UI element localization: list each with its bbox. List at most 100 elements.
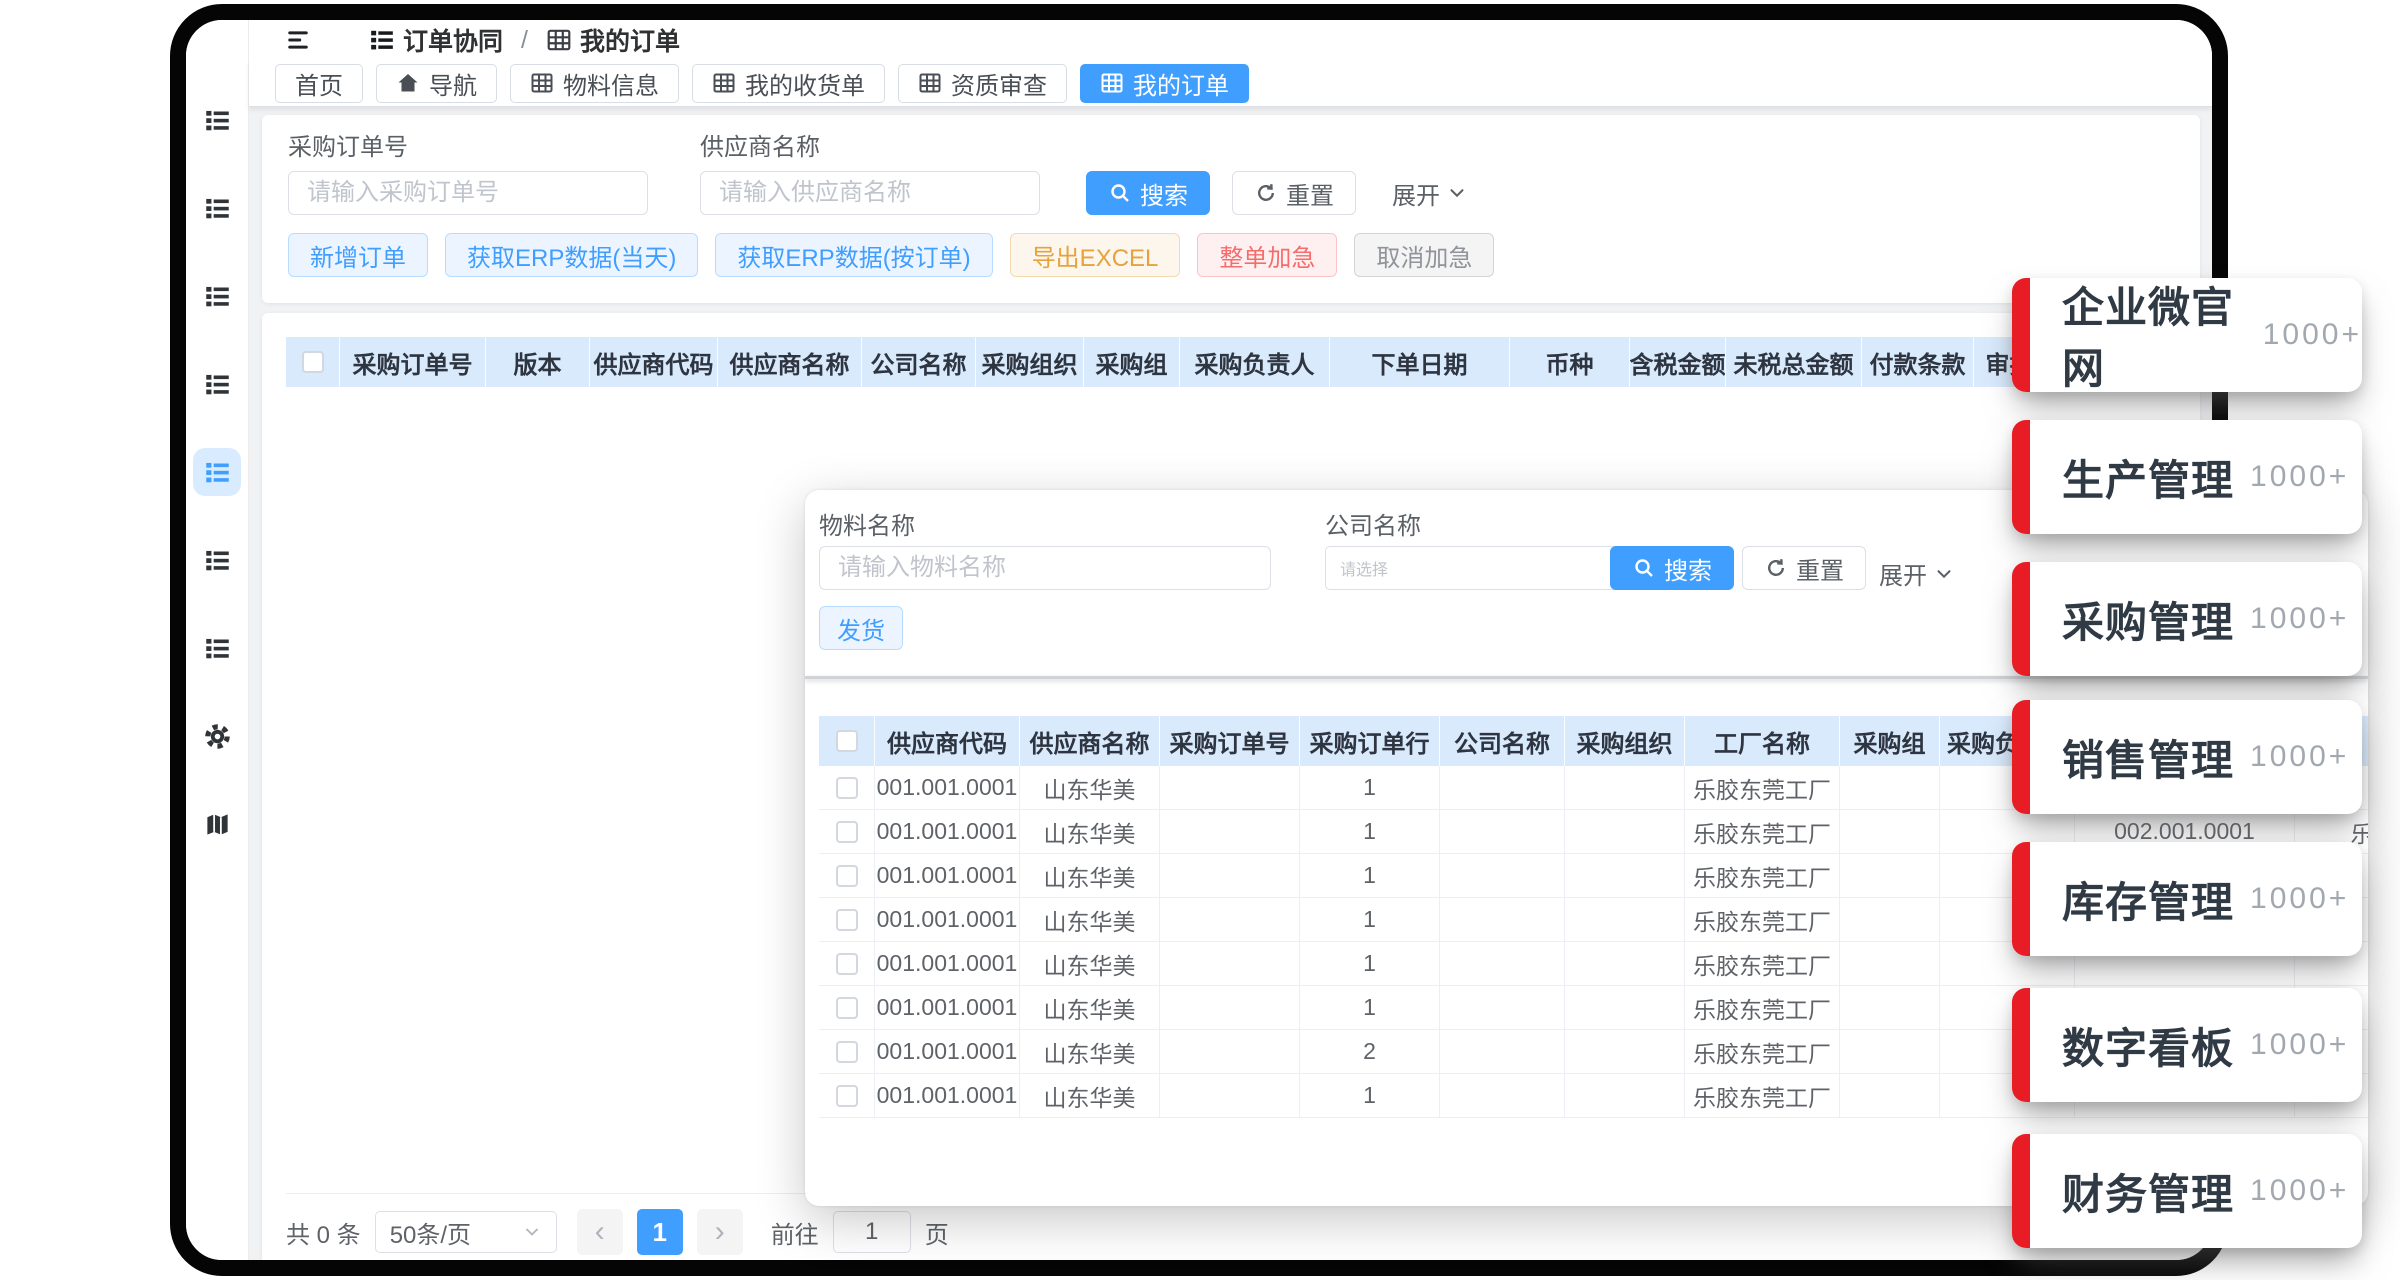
table-cell: 乐胶东莞工厂 xyxy=(1685,766,1840,809)
card-accent-bar xyxy=(2012,562,2030,676)
table-cell: 1 xyxy=(1300,810,1440,853)
table-cell xyxy=(1160,898,1300,941)
row-checkbox[interactable] xyxy=(836,1041,858,1063)
promo-card-企业微官网[interactable]: 企业微官网1000+ xyxy=(2012,278,2362,392)
search-button[interactable]: 搜索 xyxy=(1086,171,1210,215)
page-1-button[interactable]: 1 xyxy=(637,1209,683,1255)
action-button-新增订单[interactable]: 新增订单 xyxy=(288,233,428,277)
sidebar-item-1[interactable] xyxy=(193,96,241,144)
page-size-select[interactable]: 50条/页 xyxy=(375,1211,557,1253)
sidebar-item-6[interactable] xyxy=(193,536,241,584)
breadcrumb-item[interactable]: 我的订单 xyxy=(580,22,680,58)
row-checkbox[interactable] xyxy=(836,909,858,931)
row-checkbox[interactable] xyxy=(836,953,858,975)
row-checkbox[interactable] xyxy=(836,997,858,1019)
table-cell xyxy=(1160,810,1300,853)
table-cell xyxy=(1840,1074,1940,1117)
sidebar-item-4[interactable] xyxy=(193,360,241,408)
promo-card-销售管理[interactable]: 销售管理1000+ xyxy=(2012,700,2362,814)
column-header-未税总金额: 未税总金额 xyxy=(1726,337,1862,387)
reset-button[interactable]: 重置 xyxy=(1232,171,1356,215)
row-checkbox-cell xyxy=(819,898,875,941)
column-header-供应商名称: 供应商名称 xyxy=(1020,716,1160,766)
promo-card-采购管理[interactable]: 采购管理1000+ xyxy=(2012,562,2362,676)
collapse-menu-icon[interactable] xyxy=(285,27,311,53)
table-cell xyxy=(1565,1030,1685,1073)
material-name-input[interactable] xyxy=(819,546,1271,590)
expand-toggle[interactable]: 展开 xyxy=(1392,176,1468,211)
column-header-工厂名称: 工厂名称 xyxy=(1685,716,1840,766)
row-checkbox[interactable] xyxy=(836,821,858,843)
promo-card-title: 数字看板 xyxy=(2062,1015,2234,1076)
promo-card-title: 库存管理 xyxy=(2062,869,2234,930)
supplier-name-input[interactable] xyxy=(700,171,1040,215)
next-page-button[interactable]: › xyxy=(697,1209,743,1255)
column-header-采购组: 采购组 xyxy=(1840,716,1940,766)
select-all-checkbox[interactable] xyxy=(302,351,324,373)
promo-card-body: 销售管理1000+ xyxy=(2062,700,2349,814)
table-cell xyxy=(1565,1074,1685,1117)
row-checkbox[interactable] xyxy=(836,865,858,887)
promo-card-数字看板[interactable]: 数字看板 1000+ xyxy=(2012,988,2362,1102)
table-cell xyxy=(1565,942,1685,985)
table-cell: 001.001.0001 xyxy=(875,1074,1020,1117)
promo-card-badge: 1000+ xyxy=(2263,318,2362,352)
refresh-icon xyxy=(1764,556,1788,580)
gear-icon xyxy=(204,723,231,750)
sidebar-item-8[interactable] xyxy=(193,712,241,760)
action-button-获取ERP数据(按订单)[interactable]: 获取ERP数据(按订单) xyxy=(715,233,992,277)
action-button-取消加急[interactable]: 取消加急 xyxy=(1354,233,1494,277)
row-checkbox-cell xyxy=(819,854,875,897)
sidebar-item-2[interactable] xyxy=(193,184,241,232)
card-accent-bar xyxy=(2012,988,2030,1102)
search-icon xyxy=(1108,181,1132,205)
prev-page-button[interactable]: ‹ xyxy=(577,1209,623,1255)
ship-button[interactable]: 发货 xyxy=(819,606,903,650)
tab-导航[interactable]: 导航 xyxy=(376,64,497,103)
card-accent-bar xyxy=(2012,420,2030,534)
promo-card-财务管理[interactable]: 财务管理1000+ xyxy=(2012,1134,2362,1248)
column-header-供应商代码: 供应商代码 xyxy=(875,716,1020,766)
promo-card-title: 财务管理 xyxy=(2062,1161,2234,1222)
tab-首页[interactable]: 首页 xyxy=(275,64,363,103)
table-cell xyxy=(1840,986,1940,1029)
column-header-采购订单号: 采购订单号 xyxy=(1160,716,1300,766)
table-cell xyxy=(1440,986,1565,1029)
sidebar-item-3[interactable] xyxy=(193,272,241,320)
action-button-导出EXCEL[interactable]: 导出EXCEL xyxy=(1010,233,1181,277)
field-label: 供应商名称 xyxy=(700,127,820,162)
goto-page-input[interactable] xyxy=(833,1211,911,1253)
sidebar-item-7[interactable] xyxy=(193,624,241,672)
promo-card-badge: 1000+ xyxy=(2250,602,2349,636)
po-number-input[interactable] xyxy=(288,171,648,215)
column-header-采购组: 采购组 xyxy=(1084,337,1180,387)
select-all-checkbox[interactable] xyxy=(836,730,858,752)
promo-card-生产管理[interactable]: 生产管理1000+ xyxy=(2012,420,2362,534)
column-header-币种: 币种 xyxy=(1510,337,1630,387)
table-cell: 山东华美 xyxy=(1020,854,1160,897)
tab-物料信息[interactable]: 物料信息 xyxy=(510,64,679,103)
tab-label: 我的收货单 xyxy=(745,66,865,101)
search-button[interactable]: 搜索 xyxy=(1610,546,1734,590)
column-header-供应商名称: 供应商名称 xyxy=(718,337,862,387)
table-cell: 山东华美 xyxy=(1020,766,1160,809)
sidebar-item-9[interactable] xyxy=(193,800,241,848)
table-cell xyxy=(1565,898,1685,941)
row-checkbox[interactable] xyxy=(836,777,858,799)
row-checkbox[interactable] xyxy=(836,1085,858,1107)
tab-我的订单[interactable]: 我的订单 xyxy=(1080,64,1249,103)
breadcrumb-item[interactable]: 订单协同 xyxy=(403,22,503,58)
action-button-整单加急[interactable]: 整单加急 xyxy=(1197,233,1337,277)
promo-card-badge: 1000+ xyxy=(2250,1028,2349,1062)
sidebar-item-5[interactable] xyxy=(193,448,241,496)
tab-我的收货单[interactable]: 我的收货单 xyxy=(692,64,885,103)
column-header-采购负责人: 采购负责人 xyxy=(1180,337,1330,387)
table-cell xyxy=(1160,942,1300,985)
promo-card-库存管理[interactable]: 库存管理1000+ xyxy=(2012,842,2362,956)
tab-资质审查[interactable]: 资质审查 xyxy=(898,64,1067,103)
expand-toggle[interactable]: 展开 xyxy=(1879,556,1955,591)
action-button-获取ERP数据(当天)[interactable]: 获取ERP数据(当天) xyxy=(445,233,698,277)
column-header-供应商代码: 供应商代码 xyxy=(590,337,718,387)
table-cell: 1 xyxy=(1300,942,1440,985)
reset-button[interactable]: 重置 xyxy=(1742,546,1866,590)
